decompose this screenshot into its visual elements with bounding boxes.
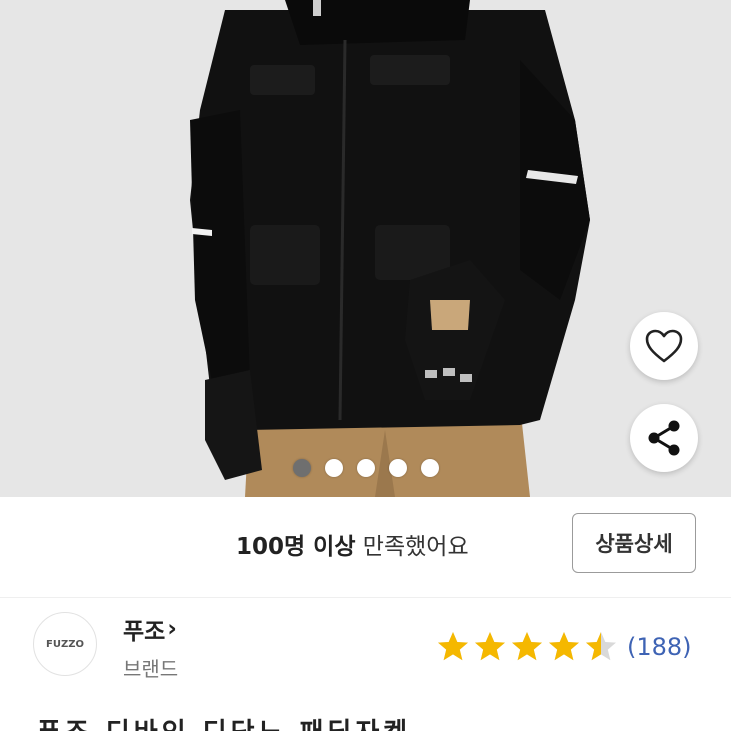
product-detail-screen: 100명 이상 만족했어요 상품상세 FUZZO 푸조 › 브랜드 (188) … bbox=[0, 0, 731, 731]
star-full-icon bbox=[438, 632, 468, 661]
rating-stars bbox=[436, 630, 618, 664]
chevron-right-icon: › bbox=[167, 616, 177, 642]
like-button[interactable] bbox=[630, 312, 698, 380]
satisfaction-rest: 만족했어요 bbox=[355, 534, 469, 560]
satisfaction-banner: 100명 이상 만족했어요 상품상세 bbox=[0, 497, 731, 598]
carousel-indicator bbox=[0, 459, 731, 481]
star-full-icon bbox=[512, 632, 542, 661]
review-count[interactable]: (188) bbox=[627, 633, 692, 661]
brand-logo-text: FUZZO bbox=[46, 638, 84, 650]
heart-outline-icon bbox=[645, 329, 683, 363]
product-photo bbox=[0, 0, 731, 497]
rating[interactable]: (188) bbox=[436, 630, 692, 664]
carousel-dot[interactable] bbox=[292, 459, 311, 477]
product-detail-button[interactable]: 상품상세 bbox=[572, 513, 696, 573]
star-full-icon bbox=[549, 632, 579, 661]
carousel-dot[interactable] bbox=[420, 459, 439, 477]
carousel-dot[interactable] bbox=[324, 459, 343, 477]
brand-section: FUZZO 푸조 › 브랜드 (188) bbox=[0, 598, 731, 698]
brand-name: 푸조 bbox=[123, 619, 166, 645]
product-image-carousel[interactable] bbox=[0, 0, 731, 497]
brand-label: 브랜드 bbox=[123, 657, 179, 681]
share-icon bbox=[648, 420, 680, 456]
product-title: 푸조 디바인 디단노 패딩자켓 bbox=[37, 712, 411, 731]
brand-name-link[interactable]: 푸조 › bbox=[123, 612, 177, 646]
star-full-icon bbox=[475, 632, 505, 661]
star-half-icon bbox=[586, 632, 616, 661]
satisfaction-emphasis: 100명 이상 bbox=[236, 534, 356, 560]
carousel-dot[interactable] bbox=[388, 459, 407, 477]
satisfaction-text: 100명 이상 만족했어요 bbox=[236, 527, 469, 561]
carousel-dot[interactable] bbox=[356, 459, 375, 477]
brand-logo[interactable]: FUZZO bbox=[33, 612, 97, 676]
